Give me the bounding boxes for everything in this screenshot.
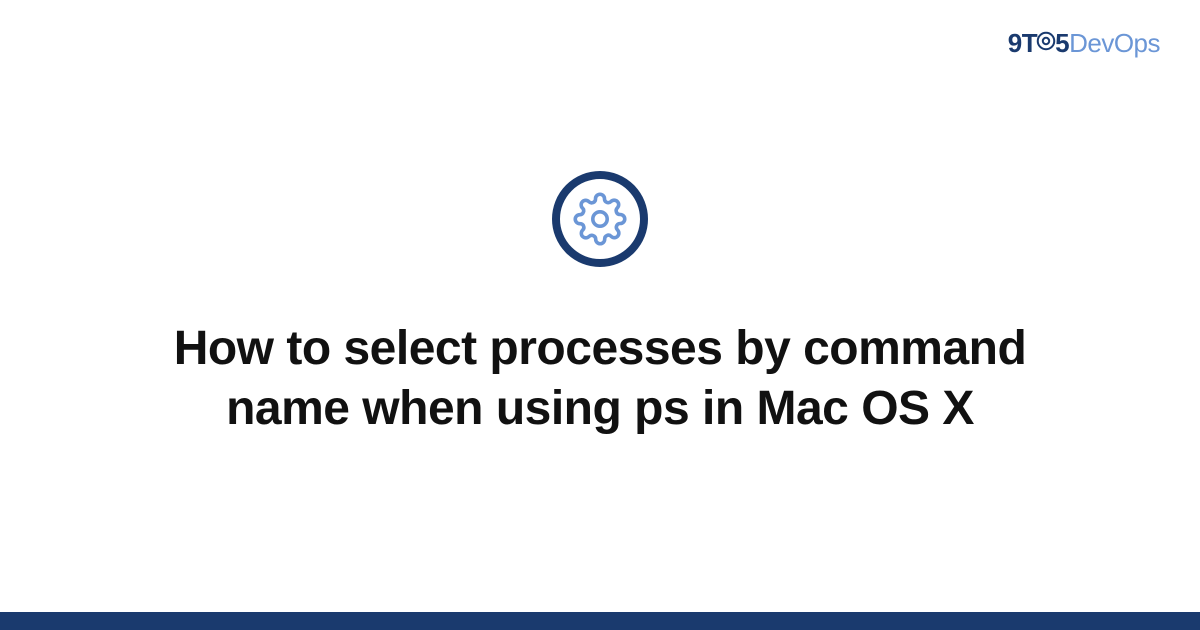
logo-text-devops: DevOps [1069, 28, 1160, 58]
logo-text-9t: 9T [1008, 28, 1037, 58]
logo-text-5: 5 [1055, 28, 1069, 58]
main-content: How to select processes by command name … [0, 0, 1200, 630]
site-logo: 9T 5DevOps [1008, 28, 1160, 61]
gear-icon [573, 192, 627, 246]
footer-bar [0, 612, 1200, 630]
hero-icon-circle [552, 171, 648, 267]
article-title: How to select processes by command name … [120, 319, 1080, 439]
logo-gear-icon [1035, 28, 1057, 59]
